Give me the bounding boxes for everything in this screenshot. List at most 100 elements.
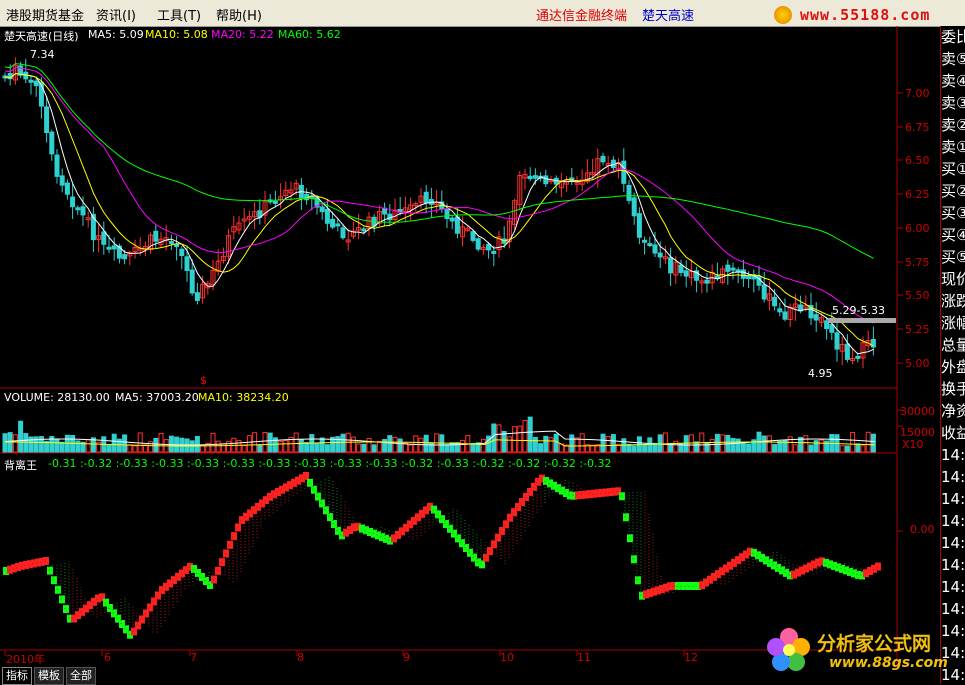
time-label: 10	[500, 651, 514, 664]
indicator-block	[331, 520, 337, 528]
volume-bar	[642, 444, 648, 453]
terminal-title: 通达信金融终端	[536, 9, 628, 24]
indicator-value: :-0.32	[401, 457, 434, 470]
volume-value: VOLUME: 28130.00	[4, 391, 110, 404]
watermark: 分析家公式网 www.88gs.com	[765, 625, 961, 681]
ma20-value: MA20: 5.22	[211, 28, 274, 41]
candle-body	[168, 240, 174, 244]
volume-bar	[210, 432, 216, 453]
volume-bar	[538, 443, 544, 453]
candle-body	[657, 252, 663, 258]
quote-label: 14:5	[941, 468, 965, 486]
volume-bar	[226, 440, 232, 453]
volume-bar	[740, 442, 746, 453]
tab-template[interactable]: 模板	[34, 667, 64, 685]
low-price-label: 4.95	[808, 367, 833, 380]
candle-body	[470, 231, 476, 241]
indicator-block	[43, 557, 49, 565]
candle-body	[725, 264, 731, 272]
tab-all[interactable]: 全部	[66, 667, 96, 685]
volume-bar	[746, 443, 752, 453]
volume-bar	[839, 445, 845, 453]
candle-body	[600, 155, 606, 163]
quote-label: 买④	[941, 226, 965, 244]
quote-label: 14:5	[941, 446, 965, 464]
volume-bar	[397, 438, 403, 453]
indicator-block	[215, 566, 221, 575]
quote-label: 买③	[941, 204, 965, 222]
indicator-block	[635, 576, 641, 585]
volume-bar	[574, 437, 580, 453]
ma10-value: MA10: 5.08	[145, 28, 208, 41]
volume-panel	[2, 416, 876, 453]
volume-bar	[293, 432, 299, 453]
quote-label: 卖④	[941, 72, 965, 90]
chart-area[interactable]	[0, 26, 940, 666]
tab-indicator[interactable]: 指标	[2, 667, 32, 685]
candle-body	[189, 269, 195, 294]
menu-bar: 港股期货基金 资讯(I) 工具(T) 帮助(H) 通达信金融终端 楚天高速 ww…	[0, 0, 965, 27]
candle-body	[475, 238, 481, 250]
volume-bar	[709, 438, 715, 453]
volume-bar	[694, 441, 700, 453]
candle-body	[319, 206, 325, 213]
volume-bar	[252, 432, 258, 453]
quote-label: 涨跌	[941, 292, 965, 310]
menu-info[interactable]: 资讯(I)	[96, 5, 136, 24]
quote-label: 委比	[941, 28, 965, 46]
quote-label: 买⑤	[941, 248, 965, 266]
site-logo: www.55188.com	[770, 6, 960, 24]
volume-bar	[106, 444, 112, 453]
volume-bar	[158, 432, 164, 453]
price-tick: 6.25	[905, 188, 930, 201]
volume-bar	[673, 440, 679, 453]
candle-body	[543, 175, 549, 185]
volume-bar	[714, 433, 720, 453]
candle-body	[855, 355, 861, 359]
candle-body	[361, 228, 367, 232]
volume-bar	[361, 443, 367, 453]
candle-body	[444, 209, 450, 220]
time-label: 7	[190, 651, 197, 664]
menu-help[interactable]: 帮助(H)	[216, 5, 262, 24]
candle-body	[829, 324, 835, 333]
volume-bar	[215, 440, 221, 453]
candle-body	[106, 246, 112, 250]
quote-label: 净资	[941, 402, 965, 420]
volume-bar	[54, 438, 60, 453]
volume-bar	[532, 436, 538, 453]
candle-body	[335, 223, 341, 227]
candle-body	[761, 284, 767, 300]
candle-body	[184, 256, 190, 271]
indicator-block	[631, 555, 637, 564]
candle-body	[636, 213, 642, 238]
volume-bar	[548, 437, 554, 453]
volume-bar	[23, 433, 29, 453]
candle-body	[340, 227, 346, 239]
menu-tools[interactable]: 工具(T)	[157, 5, 201, 24]
indicator-value: :-0.33	[365, 457, 398, 470]
volume-bar	[569, 434, 575, 453]
candle-body	[44, 106, 50, 134]
candle-body	[704, 279, 710, 284]
indicator-value: -0.31	[48, 457, 77, 470]
volume-bar	[2, 433, 8, 453]
volume-bar	[491, 423, 497, 453]
volume-bar	[610, 434, 616, 453]
price-tick: 5.00	[905, 357, 930, 370]
volume-bar	[813, 440, 819, 453]
volume-bar	[319, 437, 325, 453]
indicator-block	[623, 513, 629, 522]
candle-body	[423, 191, 429, 204]
volume-bar	[865, 431, 871, 453]
volume-bar	[517, 425, 523, 453]
volume-bar	[257, 444, 263, 453]
menu-hk-futures[interactable]: 港股期货基金	[6, 5, 84, 24]
volume-bar	[241, 445, 247, 453]
time-label: 11	[577, 651, 591, 664]
volume-bar	[527, 416, 533, 453]
candle-body	[631, 197, 637, 217]
volume-bar	[371, 444, 377, 453]
volume-bar	[278, 440, 284, 453]
volume-bar	[506, 436, 512, 453]
